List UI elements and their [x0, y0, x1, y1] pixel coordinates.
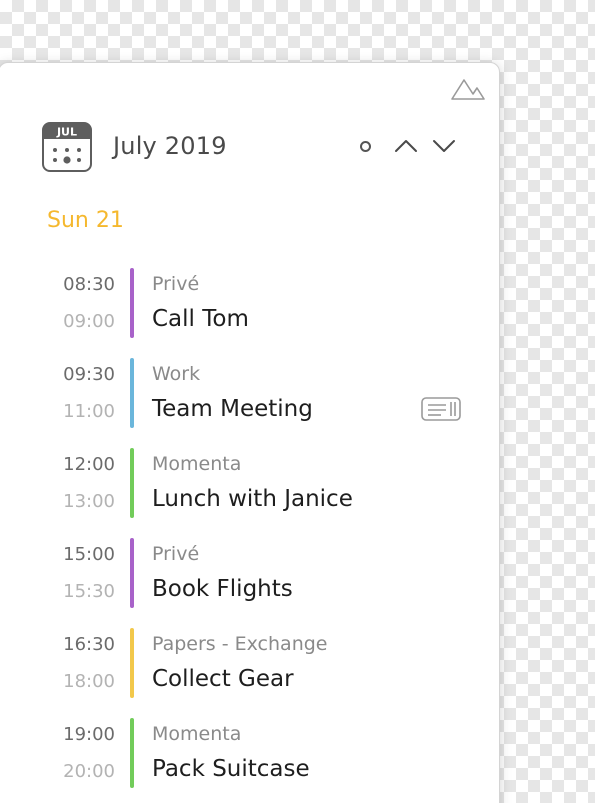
calendar-color-bar [130, 268, 134, 338]
event-end-time: 18:00 [63, 671, 115, 692]
month-title: July 2019 [113, 132, 227, 160]
event-start-time: 15:00 [63, 544, 115, 565]
event-start-time: 19:00 [63, 724, 115, 745]
event-end-time: 11:00 [63, 401, 115, 422]
calendar-icon-month: JUL [56, 126, 77, 139]
event-item[interactable]: 08:30 09:00 Privé Call Tom [0, 268, 495, 358]
event-calendar-name: Papers - Exchange [152, 633, 328, 655]
event-title: Pack Suitcase [152, 756, 310, 782]
event-calendar-name: Momenta [152, 453, 242, 475]
mountain-icon[interactable] [451, 77, 485, 101]
event-start-time: 12:00 [63, 454, 115, 475]
calendar-icon[interactable]: JUL [42, 122, 92, 172]
event-item[interactable]: 19:00 20:00 Momenta Pack Suitcase [0, 718, 495, 803]
event-start-time: 08:30 [63, 274, 115, 295]
event-end-time: 13:00 [63, 491, 115, 512]
event-start-time: 09:30 [63, 364, 115, 385]
event-calendar-name: Work [152, 363, 201, 385]
event-item[interactable]: 12:00 13:00 Momenta Lunch with Janice [0, 448, 495, 538]
calendar-color-bar [130, 718, 134, 788]
event-title: Team Meeting [152, 396, 313, 422]
event-title: Book Flights [152, 576, 293, 602]
event-start-time: 16:30 [63, 634, 115, 655]
event-end-time: 09:00 [63, 311, 115, 332]
event-title: Collect Gear [152, 666, 294, 692]
event-title: Lunch with Janice [152, 486, 353, 512]
chevron-up-icon[interactable] [394, 134, 418, 158]
event-item[interactable]: 09:30 11:00 Work Team Meeting [0, 358, 495, 448]
event-title: Call Tom [152, 306, 249, 332]
event-item[interactable]: 15:00 15:30 Privé Book Flights [0, 538, 495, 628]
calendar-header: JUL July 2019 [42, 122, 472, 172]
calendar-color-bar [130, 448, 134, 518]
event-list: 08:30 09:00 Privé Call Tom 09:30 11:00 W… [0, 268, 495, 803]
event-calendar-name: Momenta [152, 723, 242, 745]
chevron-down-icon[interactable] [432, 134, 456, 158]
calendar-color-bar [130, 358, 134, 428]
today-dot-icon[interactable] [360, 141, 371, 152]
event-end-time: 15:30 [63, 581, 115, 602]
day-label: Sun 21 [47, 208, 124, 233]
event-end-time: 20:00 [63, 761, 115, 782]
event-calendar-name: Privé [152, 543, 200, 565]
event-item[interactable]: 16:30 18:00 Papers - Exchange Collect Ge… [0, 628, 495, 718]
calendar-color-bar [130, 538, 134, 608]
notes-icon[interactable] [421, 395, 461, 423]
calendar-color-bar [130, 628, 134, 698]
event-calendar-name: Privé [152, 273, 200, 295]
